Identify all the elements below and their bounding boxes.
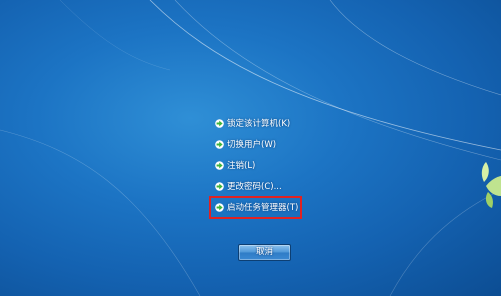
menu-item-switch-user[interactable]: 切换用户(W) — [212, 136, 322, 157]
menu-item-log-off[interactable]: 注销(L) — [212, 157, 322, 178]
green-arrow-icon — [215, 140, 224, 149]
leaf-icon — [481, 162, 501, 208]
menu-item-lock-computer[interactable]: 锁定该计算机(K) — [212, 115, 322, 136]
desktop-background: 锁定该计算机(K) 切换用户(W) 注销(L) 更改密码(C)... 启动任务管… — [0, 0, 501, 296]
cancel-button[interactable]: 取消 — [238, 244, 291, 261]
green-arrow-icon — [215, 119, 224, 128]
menu-item-label: 切换用户(W) — [227, 140, 277, 150]
menu-item-label: 锁定该计算机(K) — [227, 119, 291, 129]
menu-item-label: 注销(L) — [227, 161, 256, 171]
green-arrow-icon — [215, 161, 224, 170]
menu-item-label: 更改密码(C)... — [227, 182, 282, 192]
highlight-annotation-box — [209, 196, 302, 219]
green-arrow-icon — [215, 182, 224, 191]
